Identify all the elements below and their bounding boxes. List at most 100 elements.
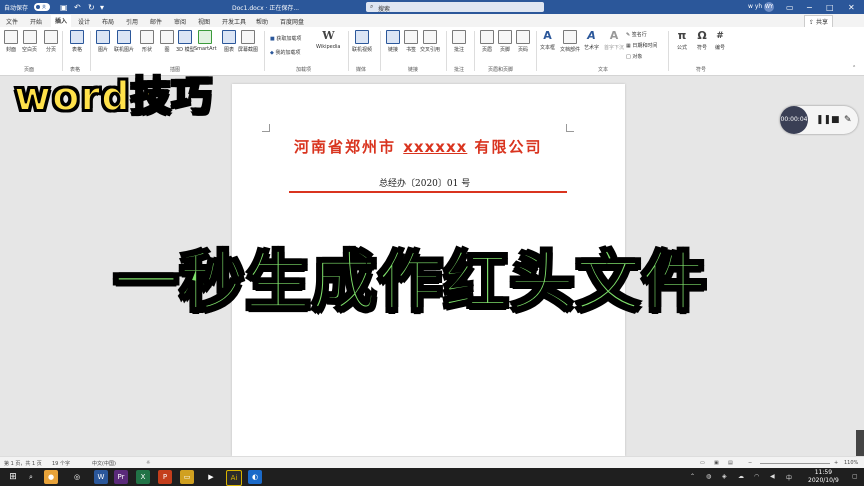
shapes-button[interactable]: 形状 (140, 30, 154, 53)
premiere-icon[interactable]: Pr (114, 470, 128, 484)
text-box-button[interactable]: A 文本框 (540, 30, 555, 52)
get-addins-button[interactable]: ■ 获取加载项 (270, 35, 301, 42)
ribbon-display-icon[interactable]: ▭ (786, 3, 794, 12)
screen-recorder-widget: 00:00:04 ❚❚ ■ ✎ (780, 106, 858, 134)
search-box[interactable]: ⌕ 搜索 (366, 2, 544, 13)
customize-qat-icon[interactable]: ▾ (100, 3, 104, 12)
close-icon[interactable]: ✕ (848, 3, 855, 12)
blank-page-button[interactable]: 空白页 (22, 30, 37, 53)
wikipedia-icon: W (322, 29, 335, 42)
ime-icon[interactable]: 中 (786, 473, 792, 482)
footer-button[interactable]: 页脚 (498, 30, 512, 53)
document-title[interactable]: 河南省郑州市 xxxxxx 有限公司 (294, 136, 543, 157)
page-number-button[interactable]: 页码 (516, 30, 530, 53)
pictures-button[interactable]: 图片 (96, 30, 110, 53)
media-icon[interactable]: ▶ (204, 470, 218, 484)
margin-marker (566, 124, 574, 132)
file-explorer-icon[interactable]: ▭ (180, 470, 194, 484)
user-avatar[interactable]: WY (764, 2, 774, 12)
tray-overflow-icon[interactable]: ⌃ (690, 473, 695, 480)
redo-icon[interactable]: ↻ (88, 3, 95, 12)
clock[interactable]: 11:59 2020/10/9 (808, 469, 839, 485)
cloud-icon[interactable]: ☁ (738, 473, 744, 480)
document-number[interactable]: 总经办〔2020〕01 号 (379, 176, 470, 189)
print-layout-icon[interactable]: ▣ (714, 460, 719, 466)
read-mode-icon[interactable]: ▭ (700, 460, 705, 466)
word-count[interactable]: 19 个字 (52, 460, 70, 467)
pen-icon[interactable]: ✎ (844, 115, 852, 125)
bookmark-button[interactable]: 书签 (404, 30, 418, 53)
number-button[interactable]: # 编号 (714, 30, 726, 51)
online-pictures-button[interactable]: 联机图片 (114, 30, 134, 53)
tab-references[interactable]: 引用 (126, 17, 138, 26)
3d-models-button[interactable]: 3D 模型 (176, 30, 195, 53)
powerpoint-icon[interactable]: P (158, 470, 172, 484)
adobe-app-icon[interactable]: Ai (226, 470, 242, 486)
quick-parts-button[interactable]: 文档部件 (560, 30, 580, 53)
tab-mailings[interactable]: 邮件 (150, 17, 162, 26)
scrollbar[interactable] (856, 430, 864, 456)
tab-design[interactable]: 设计 (78, 17, 90, 26)
maximize-icon[interactable]: □ (826, 3, 834, 12)
language[interactable]: 中文(中国) (92, 460, 116, 467)
network-icon[interactable]: ◍ (706, 473, 711, 480)
stop-icon[interactable]: ■ (831, 115, 840, 125)
screenshot-button[interactable]: 屏幕截图 (238, 30, 258, 53)
tab-review[interactable]: 审阅 (174, 17, 186, 26)
page-break-button[interactable]: 分页 (44, 30, 58, 53)
wordart-button[interactable]: A 艺术字 (584, 30, 599, 52)
tab-baidu-netdisk[interactable]: 百度网盘 (280, 17, 304, 26)
excel-icon[interactable]: X (136, 470, 150, 484)
tab-view[interactable]: 视图 (198, 17, 210, 26)
online-video-button[interactable]: 联机视频 (352, 30, 372, 53)
table-label: 表格 (71, 47, 82, 53)
date-time-button[interactable]: ▦ 日期和时间 (626, 42, 657, 49)
object-button[interactable]: □ 对象 (626, 53, 642, 60)
table-button[interactable]: 表格 (70, 30, 84, 53)
pause-icon[interactable]: ❚❚ (816, 115, 831, 125)
save-icon[interactable]: ▣ (60, 3, 68, 12)
tab-developer[interactable]: 开发工具 (222, 17, 246, 26)
user-name[interactable]: w yh (748, 3, 762, 10)
windows-start-icon[interactable]: ⊞ (6, 470, 20, 484)
task-view-icon[interactable]: ◎ (70, 470, 84, 484)
page-count[interactable]: 第 1 页，共 1 页 (4, 460, 42, 467)
tab-help[interactable]: 帮助 (256, 17, 268, 26)
zoom-slider[interactable] (760, 463, 830, 464)
search-icon[interactable]: ⌕ (24, 470, 38, 484)
title-bar: 自动保存 关 ▣ ↶ ↻ ▾ Doc1.docx · 正在保存... ⌕ 搜索 … (0, 0, 864, 14)
zoom-level[interactable]: 110% (844, 460, 858, 466)
tab-file[interactable]: 文件 (6, 17, 18, 26)
link-button[interactable]: 链接 (386, 30, 400, 53)
icons-button[interactable]: 图 (160, 30, 174, 53)
cross-reference-button[interactable]: 交叉引用 (420, 30, 440, 53)
equation-button[interactable]: π 公式 (676, 30, 688, 52)
tab-home[interactable]: 开始 (30, 17, 42, 26)
zoom-in-icon[interactable]: + (834, 460, 838, 466)
shield-icon[interactable]: ◈ (722, 473, 727, 480)
drop-cap-button[interactable]: A 首字下沉 (604, 30, 624, 52)
chrome-icon[interactable]: ● (44, 470, 58, 484)
tab-layout[interactable]: 布局 (102, 17, 114, 26)
wifi-icon[interactable]: ◠ (754, 473, 759, 480)
accessibility-icon[interactable]: ☼ (146, 460, 150, 466)
symbol-button[interactable]: Ω 符号 (696, 30, 708, 52)
get-addins-label: 获取加载项 (276, 36, 302, 42)
undo-icon[interactable]: ↶ (74, 3, 81, 12)
word-icon[interactable]: W (94, 470, 108, 484)
collapse-ribbon-icon[interactable]: ⌃ (852, 65, 856, 71)
wikipedia-button[interactable]: W Wikipedia (316, 29, 340, 51)
my-addins-button[interactable]: ◆ 我的加载项 (270, 49, 300, 56)
header-button[interactable]: 页眉 (480, 30, 494, 53)
web-layout-icon[interactable]: ▤ (728, 460, 733, 466)
signature-line-button[interactable]: ✎ 签名行 (626, 31, 647, 38)
zoom-out-icon[interactable]: − (748, 460, 752, 466)
notification-icon[interactable]: ▢ (852, 473, 858, 480)
cover-page-button[interactable]: 封面 (4, 30, 18, 53)
volume-icon[interactable]: ◀ (770, 473, 775, 480)
recorder-app-icon[interactable]: ◐ (248, 470, 262, 484)
comment-button[interactable]: 批注 (452, 30, 466, 53)
chart-button[interactable]: 图表 (222, 30, 236, 53)
smartart-button[interactable]: SmartArt (194, 30, 217, 52)
minimize-icon[interactable]: − (806, 3, 813, 12)
